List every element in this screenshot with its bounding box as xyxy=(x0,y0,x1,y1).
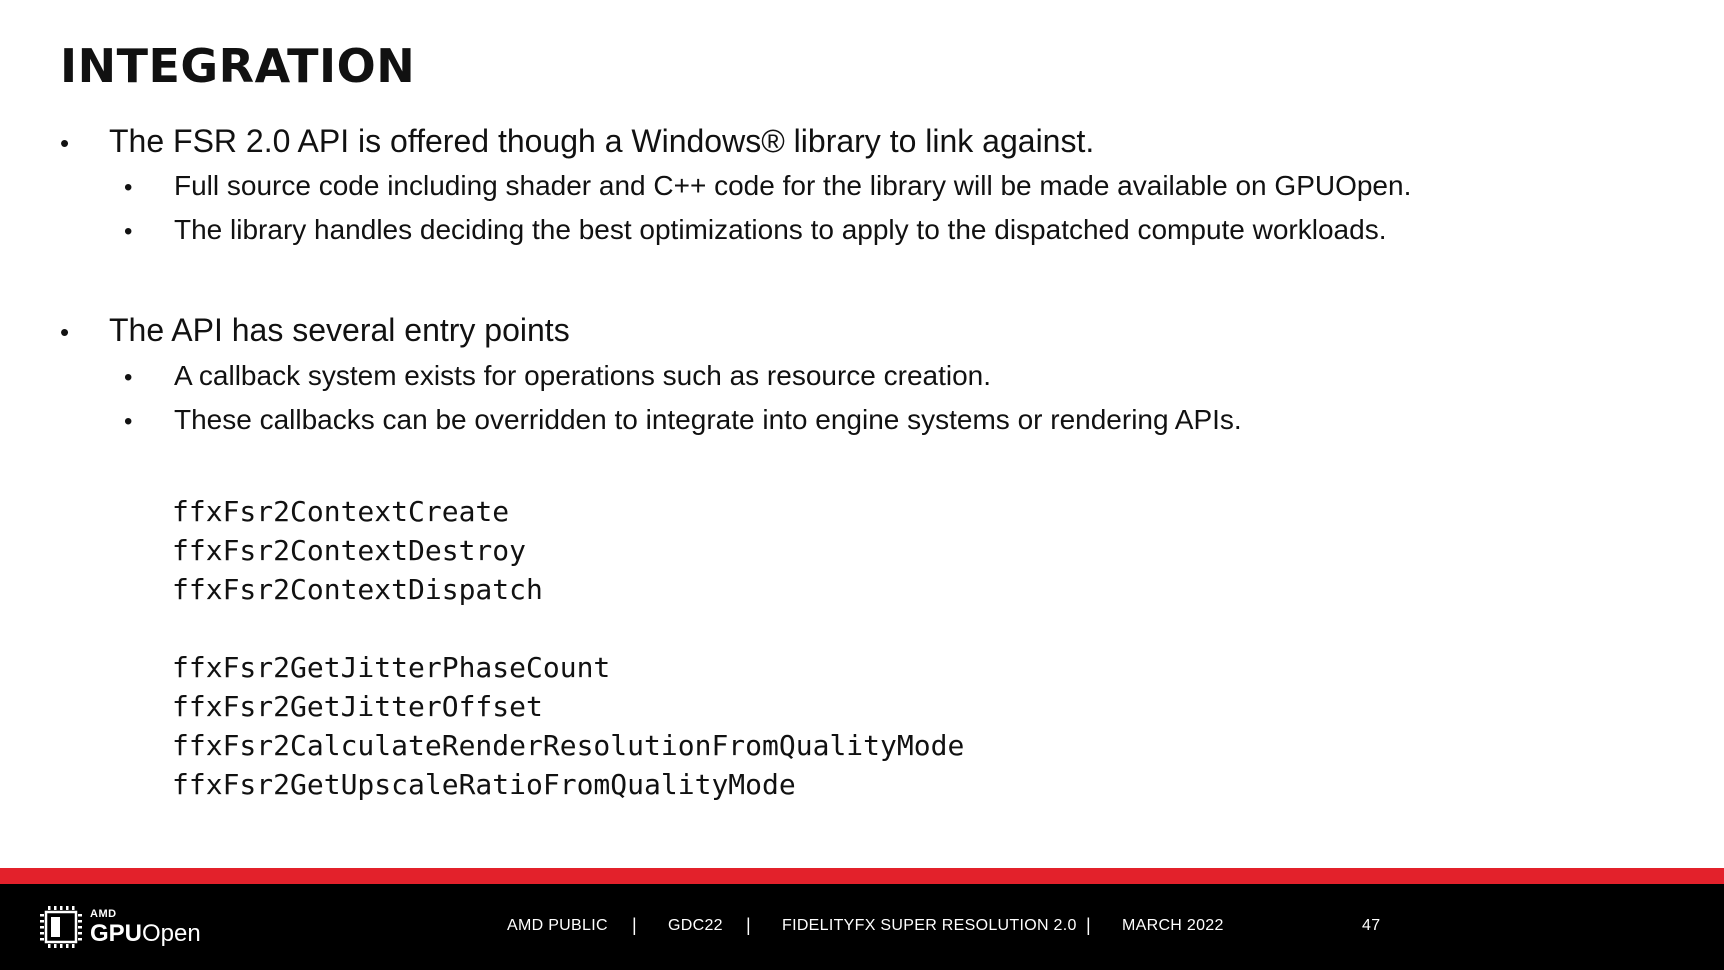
footer-topic: FIDELITYFX SUPER RESOLUTION 2.0 xyxy=(782,917,1077,934)
code-line: ffxFsr2GetJitterPhaseCount xyxy=(172,651,611,684)
footer-separator: | xyxy=(632,915,637,935)
bullet-text: Full source code including shader and C+… xyxy=(174,170,1412,201)
bullet-text: A callback system exists for operations … xyxy=(174,360,992,391)
page-number: 47 xyxy=(1362,917,1381,934)
code-line: ffxFsr2CalculateRenderResolutionFromQual… xyxy=(172,729,965,762)
sub-bullet-item-source-code: • Full source code including shader and … xyxy=(124,168,1411,206)
sub-bullet-item-callbacks-override: • These callbacks can be overridden to i… xyxy=(124,402,1242,440)
bullet-glyph: • xyxy=(124,174,133,201)
bullet-glyph: • xyxy=(124,408,133,435)
logo-gpu-text: GPU xyxy=(90,919,143,947)
amd-chip-icon xyxy=(40,906,82,948)
footer-accent-band xyxy=(0,868,1724,884)
logo-open-text: Open xyxy=(142,919,201,947)
bullet-text: The library handles deciding the best op… xyxy=(174,214,1387,245)
sub-bullet-item-optimizations: • The library handles deciding the best … xyxy=(124,212,1386,250)
footer-event: GDC22 xyxy=(668,917,723,934)
sub-bullet-item-callback-system: • A callback system exists for operation… xyxy=(124,358,991,396)
slide: INTEGRATION • The FSR 2.0 API is offered… xyxy=(0,0,1724,868)
footer-classification: AMD PUBLIC xyxy=(507,917,608,934)
code-line: ffxFsr2ContextDispatch xyxy=(172,573,543,606)
bullet-text: The API has several entry points xyxy=(109,312,570,348)
bullet-text: The FSR 2.0 API is offered though a Wind… xyxy=(109,123,1095,159)
footer-date: MARCH 2022 xyxy=(1122,917,1224,934)
bullet-item-api-offered: • The FSR 2.0 API is offered though a Wi… xyxy=(60,121,1094,163)
code-line: ffxFsr2ContextCreate xyxy=(172,495,510,528)
code-line: ffxFsr2GetUpscaleRatioFromQualityMode xyxy=(172,768,796,801)
footer-separator: | xyxy=(746,915,751,935)
bullet-text: These callbacks can be overridden to int… xyxy=(174,404,1242,435)
footer-separator: | xyxy=(1086,915,1091,935)
logo-gpuopen-text: GPUOpen xyxy=(90,919,201,947)
logo-wordmark: AMD GPUOpen xyxy=(90,907,201,947)
bullet-glyph: • xyxy=(60,128,70,158)
bullet-item-entry-points: • The API has several entry points xyxy=(60,310,570,352)
gpuopen-logo: AMD GPUOpen xyxy=(40,906,201,948)
code-block: ffxFsr2ContextCreate ffxFsr2ContextDestr… xyxy=(172,492,964,804)
bullet-glyph: • xyxy=(124,364,133,391)
code-line: ffxFsr2ContextDestroy xyxy=(172,534,527,567)
code-line: ffxFsr2GetJitterOffset xyxy=(172,690,543,723)
footer: AMD GPUOpen AMD PUBLIC | GDC22 | FIDELIT… xyxy=(0,884,1724,970)
bullet-glyph: • xyxy=(60,317,70,347)
bullet-glyph: • xyxy=(124,218,133,245)
slide-title: INTEGRATION xyxy=(60,39,416,93)
logo-amd-text: AMD xyxy=(90,907,117,920)
